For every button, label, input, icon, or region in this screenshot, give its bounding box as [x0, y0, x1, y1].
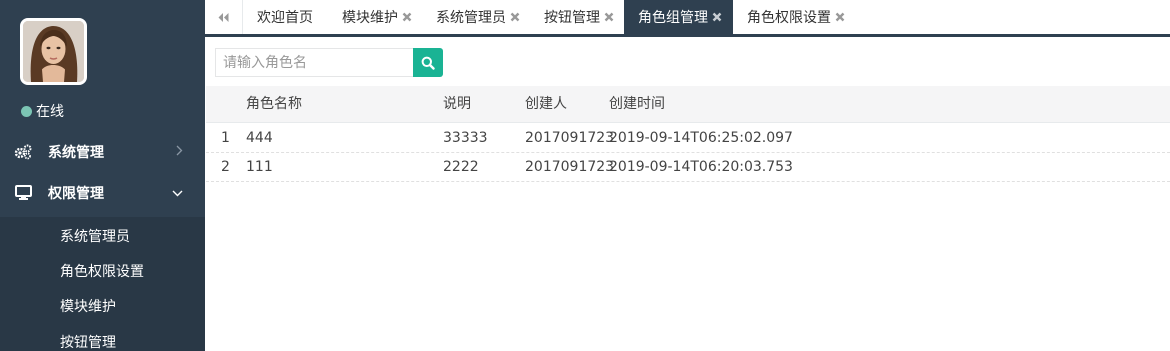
menu-item-permission[interactable]: 权限管理 — [0, 172, 205, 213]
submenu-item-admins[interactable]: 系统管理员 — [60, 227, 130, 247]
online-status: 在线 — [21, 102, 64, 120]
chevron-right-icon — [176, 145, 183, 159]
cell-created-time: 2019-09-14T06:25:02.097 — [609, 130, 793, 146]
tab-label: 欢迎首页 — [257, 10, 313, 26]
tab-role-groups[interactable]: 角色组管理 — [624, 0, 733, 34]
search-icon — [421, 56, 435, 70]
desktop-icon — [14, 184, 32, 202]
cell-created-time: 2019-09-14T06:20:03.753 — [609, 159, 793, 175]
tab-admins[interactable]: 系统管理员 — [436, 0, 520, 34]
column-header-name[interactable]: 角色名称 — [246, 95, 302, 113]
online-status-label: 在线 — [36, 104, 64, 120]
permission-submenu: 系统管理员 角色权限设置 模块维护 按钮管理 — [0, 217, 205, 351]
tab-label: 按钮管理 — [544, 10, 600, 26]
search-button[interactable] — [413, 48, 443, 77]
cell-description: 33333 — [443, 130, 488, 146]
table-header: 角色名称 说明 创建人 创建时间 — [206, 86, 1170, 123]
double-chevron-left-icon — [218, 12, 229, 22]
cogs-icon — [14, 143, 32, 161]
tab-modules[interactable]: 模块维护 — [342, 0, 412, 34]
table-row[interactable]: 1 444 33333 2017091723 2019-09-14T06:25:… — [206, 124, 1170, 153]
tab-label: 角色组管理 — [638, 10, 708, 26]
close-icon[interactable] — [712, 12, 722, 22]
sidebar: 在线 系统管理 权限管理 系统管理员 角色权限设置 模块维护 按钮管理 — [0, 0, 205, 351]
menu-item-system[interactable]: 系统管理 — [0, 131, 205, 172]
menu-item-system-label: 系统管理 — [48, 144, 104, 161]
close-icon[interactable] — [510, 12, 520, 22]
column-header-created-time[interactable]: 创建时间 — [609, 95, 665, 113]
cell-creator: 2017091723 — [525, 159, 615, 175]
role-search-input[interactable] — [215, 48, 414, 77]
tab-buttons[interactable]: 按钮管理 — [544, 0, 614, 34]
tab-bar: 欢迎首页 模块维护 系统管理员 按钮管理 角色组管理 角色权限设置 — [205, 0, 1170, 37]
tab-label: 系统管理员 — [436, 10, 506, 26]
submenu-item-role-permissions[interactable]: 角色权限设置 — [60, 262, 144, 282]
row-index: 1 — [221, 130, 230, 146]
user-avatar[interactable] — [20, 18, 87, 85]
tab-label: 角色权限设置 — [747, 10, 831, 26]
submenu-item-modules[interactable]: 模块维护 — [60, 297, 116, 317]
cell-name: 444 — [246, 130, 273, 146]
tab-welcome[interactable]: 欢迎首页 — [257, 0, 313, 34]
tab-scroll-left-button[interactable] — [205, 0, 243, 34]
row-index: 2 — [221, 159, 230, 175]
tab-role-permissions[interactable]: 角色权限设置 — [747, 0, 845, 34]
avatar-photo — [23, 21, 84, 82]
cell-creator: 2017091723 — [525, 130, 615, 146]
cell-name: 111 — [246, 159, 273, 175]
chevron-down-icon — [172, 186, 183, 200]
menu-item-permission-label: 权限管理 — [48, 185, 104, 202]
submenu-item-buttons[interactable]: 按钮管理 — [60, 333, 116, 351]
close-icon[interactable] — [402, 12, 412, 22]
tab-label: 模块维护 — [342, 10, 398, 26]
table-row[interactable]: 2 111 2222 2017091723 2019-09-14T06:20:0… — [206, 153, 1170, 182]
column-header-description[interactable]: 说明 — [443, 95, 471, 113]
cell-description: 2222 — [443, 159, 479, 175]
column-header-creator[interactable]: 创建人 — [525, 95, 567, 113]
close-icon[interactable] — [835, 12, 845, 22]
close-icon[interactable] — [604, 12, 614, 22]
online-dot-icon — [21, 105, 32, 117]
